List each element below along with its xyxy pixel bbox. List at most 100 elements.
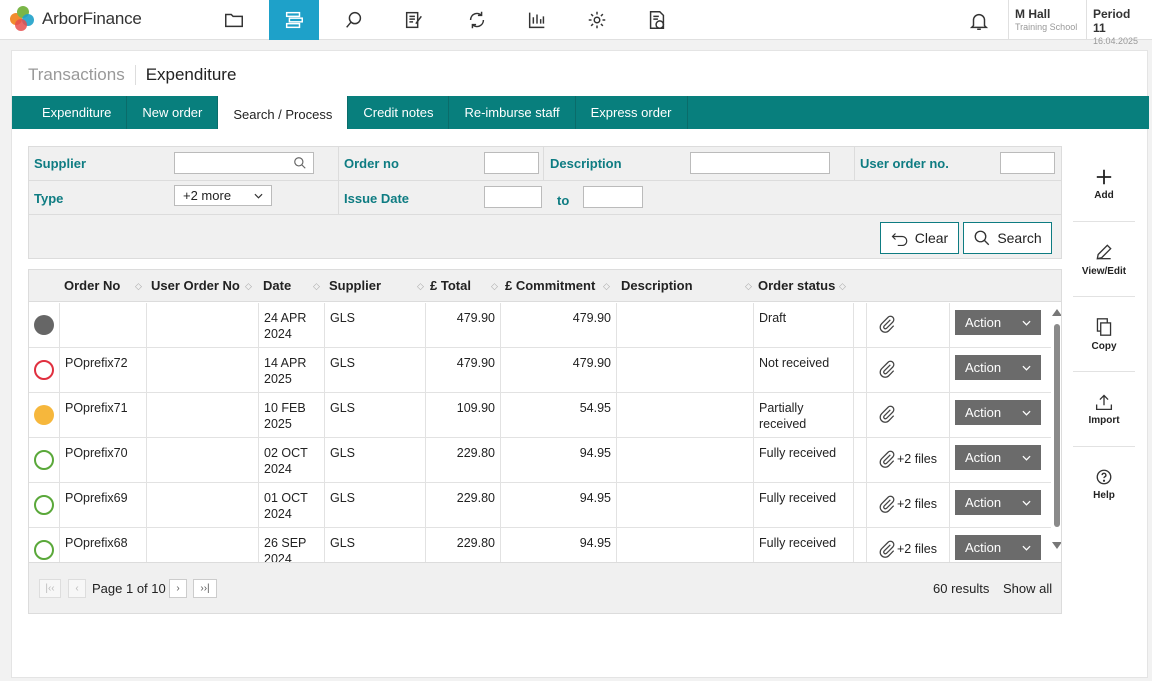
period-selector[interactable]: Period 11 16.04.2025	[1086, 0, 1152, 46]
table-row[interactable]: POprefix69 01 OCT 2024 GLS 229.80 94.95 Fully…	[29, 483, 1051, 528]
supplier-input[interactable]	[174, 152, 314, 174]
table-row[interactable]: 24 APR 2024 GLS 479.90 479.90 Draft Action	[29, 303, 1051, 348]
sort-icon[interactable]: ◇	[245, 270, 252, 302]
top-bar: ArborFinance M Hall Training School Peri…	[0, 0, 1152, 46]
search-icon[interactable]	[329, 0, 379, 40]
scrollbar-thumb[interactable]	[1054, 324, 1060, 527]
view-edit-button[interactable]: View/Edit	[1073, 222, 1135, 297]
sort-icon[interactable]: ◇	[603, 270, 610, 302]
sort-icon[interactable]: ◇	[745, 270, 752, 302]
order-no-input[interactable]	[484, 152, 539, 174]
clear-button[interactable]: Clear	[880, 222, 959, 254]
copy-button[interactable]: Copy	[1073, 297, 1135, 372]
divider	[854, 147, 855, 181]
period-label: Period 11	[1093, 7, 1131, 35]
sort-icon[interactable]: ◇	[417, 270, 424, 302]
app-logo[interactable]: ArborFinance	[10, 6, 142, 32]
action-cell: Action	[950, 393, 1051, 438]
scroll-down-icon[interactable]	[1052, 542, 1062, 550]
column-header-total[interactable]: £ Total	[430, 270, 471, 302]
search-icon	[974, 230, 990, 246]
cell-total: 229.80	[426, 438, 501, 483]
add-button[interactable]: Add	[1073, 147, 1135, 222]
type-select[interactable]: +2 more	[174, 185, 272, 206]
folder-icon[interactable]	[209, 0, 259, 40]
tab-express-order[interactable]: Express order	[576, 96, 688, 129]
attachments-button[interactable]	[877, 403, 897, 425]
spacer-cell	[854, 438, 867, 483]
attachments-button[interactable]: +2 files	[877, 493, 937, 515]
help-button[interactable]: Help	[1073, 447, 1135, 522]
tab-search-process[interactable]: Search / Process	[218, 96, 349, 129]
sort-icon[interactable]: ◇	[839, 270, 846, 302]
scroll-up-icon[interactable]	[1052, 308, 1062, 316]
table-row[interactable]: POprefix72 14 APR 2025 GLS 479.90 479.90 Not …	[29, 348, 1051, 393]
column-header-order-no[interactable]: Order No	[64, 270, 120, 302]
user-menu[interactable]: M Hall Training School	[1008, 0, 1086, 40]
refresh-icon[interactable]	[452, 0, 502, 40]
next-page-button[interactable]: ›	[169, 579, 187, 598]
tab-expenditure[interactable]: Expenditure	[12, 96, 128, 129]
import-button[interactable]: Import	[1073, 372, 1135, 447]
show-all-link[interactable]: Show all	[1003, 581, 1052, 596]
attachments-button[interactable]	[877, 358, 897, 380]
action-dropdown-button[interactable]: Action	[955, 490, 1041, 515]
table-row[interactable]: POprefix71 10 FEB 2025 GLS 109.90 54.95 Parti…	[29, 393, 1051, 438]
cell-order-no: POprefix72	[60, 348, 147, 393]
attachments-button[interactable]: +2 files	[877, 538, 937, 560]
search-button-label: Search	[997, 230, 1042, 246]
action-dropdown-button[interactable]: Action	[955, 445, 1041, 470]
cell-commitment: 479.90	[501, 303, 617, 348]
last-page-button[interactable]: ››|	[193, 579, 217, 598]
cell-user-order-no	[147, 303, 259, 348]
column-header-description[interactable]: Description	[621, 270, 693, 302]
action-sidebar: Add View/Edit Copy Import Help	[1073, 147, 1135, 522]
page-indicator: Page 1 of 10	[92, 581, 166, 596]
breadcrumb-parent[interactable]: Transactions	[28, 65, 136, 85]
edit-document-icon[interactable]	[389, 0, 439, 40]
tab-reimburse-staff[interactable]: Re-imburse staff	[449, 96, 576, 129]
column-header-supplier[interactable]: Supplier	[329, 270, 381, 302]
bell-icon[interactable]	[962, 8, 996, 34]
search-button[interactable]: Search	[963, 222, 1052, 254]
menu-list-icon[interactable]	[269, 0, 319, 40]
copy-button-label: Copy	[1091, 340, 1117, 352]
attachments-button[interactable]: +2 files	[877, 448, 937, 470]
sort-icon[interactable]: ◇	[491, 270, 498, 302]
spacer-cell	[854, 393, 867, 438]
spacer-cell	[854, 303, 867, 348]
results-count: 60 results	[933, 581, 990, 596]
gear-icon[interactable]	[572, 0, 622, 40]
prev-page-button[interactable]: ‹	[68, 579, 86, 598]
tab-credit-notes[interactable]: Credit notes	[348, 96, 450, 129]
first-page-button[interactable]: |‹‹	[39, 579, 61, 598]
attachments-count: +2 files	[897, 542, 937, 556]
cell-status: Partially received	[754, 393, 854, 438]
tab-new-order[interactable]: New order	[127, 96, 219, 129]
bar-chart-icon[interactable]	[512, 0, 562, 40]
action-dropdown-button[interactable]: Action	[955, 310, 1041, 335]
attachments-cell: +2 files	[867, 483, 950, 528]
cell-supplier: GLS	[325, 438, 426, 483]
sort-icon[interactable]: ◇	[135, 270, 142, 302]
user-order-no-input[interactable]	[1000, 152, 1055, 174]
description-input[interactable]	[690, 152, 830, 174]
column-header-user-order-no[interactable]: User Order No	[151, 270, 240, 302]
action-dropdown-button[interactable]: Action	[955, 355, 1041, 380]
column-header-date[interactable]: Date	[263, 270, 291, 302]
issue-date-from-input[interactable]	[484, 186, 542, 208]
invoice-pound-icon[interactable]	[632, 0, 682, 40]
search-icon	[294, 157, 306, 169]
column-header-commitment[interactable]: £ Commitment	[505, 270, 595, 302]
action-dropdown-button[interactable]: Action	[955, 400, 1041, 425]
column-header-order-status[interactable]: Order status	[758, 270, 835, 302]
attachments-button[interactable]	[877, 313, 897, 335]
issue-date-to-input[interactable]	[583, 186, 643, 208]
cell-date: 14 APR 2025	[259, 348, 325, 393]
action-dropdown-button[interactable]: Action	[955, 535, 1041, 560]
view-edit-button-label: View/Edit	[1081, 265, 1127, 277]
table-row[interactable]: POprefix70 02 OCT 2024 GLS 229.80 94.95 Fully…	[29, 438, 1051, 483]
sort-icon[interactable]: ◇	[313, 270, 320, 302]
vertical-scrollbar[interactable]	[1051, 302, 1062, 557]
period-date: 16.04.2025	[1093, 36, 1139, 46]
